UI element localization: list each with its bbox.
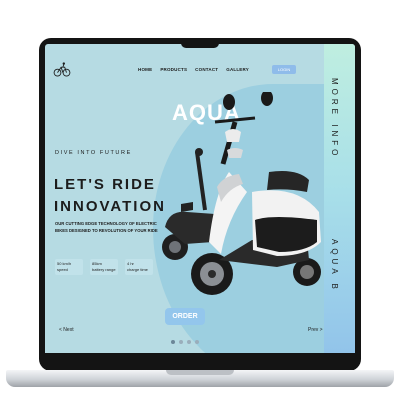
login-button[interactable]: LOGIN: [272, 65, 296, 74]
stat-speed: 50 km/h speed: [55, 259, 83, 275]
next-nav-link[interactable]: Prev >: [308, 327, 323, 333]
headline-line-2: INNOVATION: [54, 198, 166, 215]
stats-row: 50 km/h speed 85km battery range 4 hr ch…: [55, 259, 153, 275]
hero-description: OUR CUTTING EDGE TECHNOLOGY OF ELECTRIC …: [55, 221, 158, 233]
stat-charge: 4 hr charge time: [125, 259, 153, 275]
stat-range: 85km battery range: [90, 259, 118, 275]
aqua-b-label[interactable]: AQUA B: [330, 239, 339, 293]
stat-label: charge time: [127, 266, 148, 272]
slide-dot[interactable]: [179, 340, 183, 344]
tagline: DIVE INTO FUTURE: [55, 150, 132, 156]
stat-label: speed: [57, 266, 68, 272]
more-info-label[interactable]: MORE INFO: [330, 78, 339, 159]
slide-indicators: [171, 340, 199, 344]
bezel-bottom: [45, 353, 355, 369]
nav-item-products[interactable]: PRODUCTS: [160, 67, 187, 72]
nav-item-contact[interactable]: CONTACT: [195, 67, 218, 72]
slide-dot[interactable]: [171, 340, 175, 344]
prev-nav-link[interactable]: < Next: [59, 327, 74, 333]
slide-dot[interactable]: [187, 340, 191, 344]
camera-notch: [181, 38, 219, 48]
order-button[interactable]: ORDER: [165, 308, 205, 325]
bicycle-logo-icon[interactable]: [53, 60, 71, 78]
back-scooter: [162, 148, 218, 260]
main-nav: HOME PRODUCTS CONTACT GALLERY: [138, 67, 249, 72]
front-scooter: [191, 92, 321, 295]
website-screen: HOME PRODUCTS CONTACT GALLERY LOGIN AQUA…: [45, 44, 355, 353]
side-panel[interactable]: MORE INFO AQUA B: [324, 44, 355, 353]
stat-label: battery range: [92, 266, 116, 272]
nav-item-gallery[interactable]: GALLERY: [226, 67, 249, 72]
headline-line-1: LET'S RIDE: [54, 176, 156, 193]
headline: LET'S RIDE INNOVATION: [54, 174, 166, 218]
slide-dot[interactable]: [195, 340, 199, 344]
nav-item-home[interactable]: HOME: [138, 67, 152, 72]
scooter-image: [162, 92, 321, 295]
laptop-hinge-notch: [166, 370, 234, 375]
